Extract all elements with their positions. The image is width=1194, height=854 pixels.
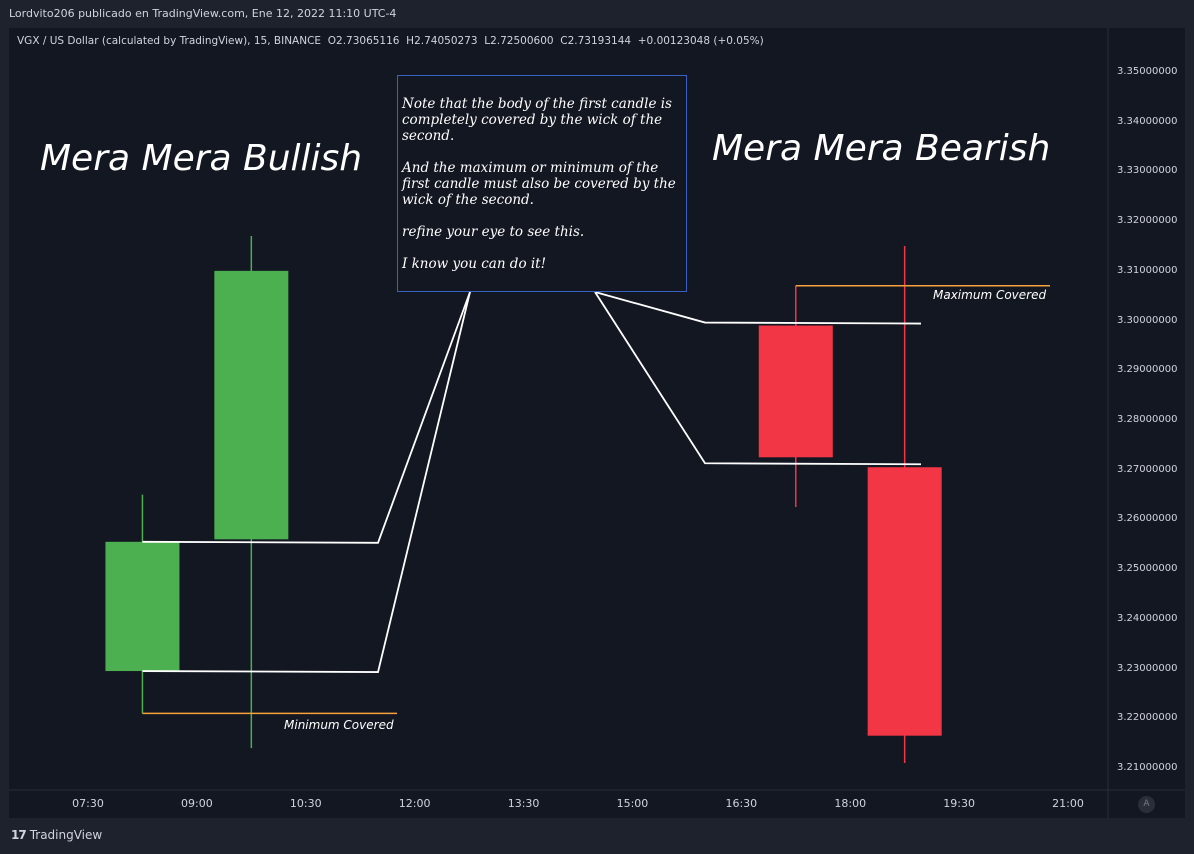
note-box[interactable]: Note that the body of the first candle i… [397, 75, 687, 292]
brand-name: TradingView [29, 828, 103, 842]
connector-line [594, 291, 922, 325]
price-tick-label: 3.27000000 [1117, 463, 1178, 475]
time-tick-label: 19:30 [943, 797, 975, 810]
price-tick-label: 3.28000000 [1117, 414, 1178, 425]
price-tick-label: 3.21000000 [1117, 762, 1178, 773]
time-tick-label: 21:00 [1052, 797, 1084, 810]
candle-body [867, 467, 942, 736]
connector-line [594, 291, 922, 466]
time-tick-label: 10:30 [289, 797, 322, 810]
tradingview-logo-icon: 17 [11, 828, 27, 842]
price-tick-label: 3.26000000 [1117, 513, 1178, 525]
candle-body [758, 325, 833, 458]
price-tick-label: 3.32000000 [1117, 215, 1178, 227]
symbol-name: VGX / US Dollar (calculated by TradingVi… [17, 35, 322, 47]
price-tick-label: 3.35000000 [1117, 66, 1178, 77]
change-value: +0.00123048 (+0.05%) [637, 35, 764, 47]
note-paragraph: Note that the body of the first candle i… [402, 96, 672, 144]
price-tick-label: 3.29000000 [1117, 364, 1178, 376]
price-tick-label: 3.34000000 [1117, 115, 1178, 127]
symbol-legend[interactable]: VGX / US Dollar (calculated by TradingVi… [17, 35, 764, 47]
candles-layer [105, 236, 1050, 764]
bullish-title[interactable]: Mera Mera Bullish [40, 138, 362, 179]
price-tick-label: 3.23000000 [1117, 662, 1178, 674]
time-tick-label: 18:00 [834, 797, 867, 810]
low-value: 2.72500600 [490, 35, 554, 47]
time-tick-label: 15:00 [616, 797, 649, 810]
time-tick-label: 16:30 [725, 797, 758, 810]
price-tick-label: 3.22000000 [1117, 712, 1178, 724]
candle-body [214, 270, 289, 540]
maximum-covered-label[interactable]: Maximum Covered [933, 288, 1046, 302]
time-tick-label: 09:00 [181, 797, 213, 810]
close-value: 2.73193144 [567, 35, 632, 47]
time-tick-label: 13:30 [507, 797, 540, 810]
minimum-covered-label[interactable]: Minimum Covered [284, 718, 394, 732]
price-tick-label: 3.33000000 [1117, 165, 1178, 177]
open-value: 2.73065116 [336, 35, 400, 47]
bearish-title[interactable]: Mera Mera Bearish [712, 128, 1050, 169]
high-value: 2.74050273 [414, 35, 478, 47]
close-label: C [560, 35, 568, 47]
candle-body [105, 541, 180, 672]
note-paragraph: refine your eye to see this. [402, 224, 585, 240]
note-paragraph: I know you can do it! [402, 256, 547, 272]
price-tick-label: 3.24000000 [1117, 612, 1178, 624]
connector-line [142, 291, 471, 544]
note-paragraph: And the maximum or minimum of the first … [402, 160, 676, 208]
price-tick-label: 3.25000000 [1117, 563, 1178, 575]
open-label: O [327, 35, 337, 47]
price-tick-label: 3.30000000 [1117, 314, 1178, 326]
connector-line [142, 291, 471, 673]
auto-scale-button[interactable]: A [1138, 796, 1155, 813]
high-label: H [406, 35, 415, 47]
time-tick-label: 12:00 [398, 797, 431, 810]
time-tick-label: 07:30 [72, 797, 104, 810]
price-tick-label: 3.31000000 [1117, 264, 1178, 276]
footer-brand[interactable]: 17 TradingView [11, 828, 102, 842]
